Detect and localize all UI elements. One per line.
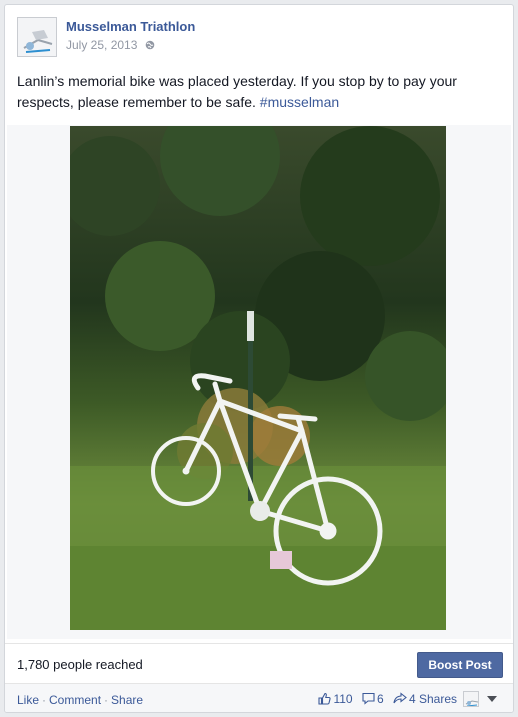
action-bar: Like · Comment · Share 110 6 4 Shares (5, 683, 513, 712)
comments-count[interactable]: 6 (362, 692, 384, 706)
post-header: Musselman Triathlon July 25, 2013 (15, 15, 503, 63)
boost-post-button[interactable]: Boost Post (417, 652, 503, 678)
photo-frame (7, 125, 511, 639)
comments-number: 6 (376, 692, 384, 706)
shares-count[interactable]: 4 Shares (393, 692, 457, 706)
globe-icon[interactable] (145, 39, 155, 50)
post-stats: 110 6 4 Shares (312, 692, 457, 706)
viewer-selector[interactable] (463, 690, 501, 708)
comment-link[interactable]: Comment (49, 693, 101, 707)
thumbs-up-icon (318, 692, 332, 705)
post-body: Lanlin’s memorial bike was placed yester… (17, 73, 457, 110)
like-link[interactable]: Like (17, 693, 39, 707)
shares-number: 4 Shares (408, 692, 457, 706)
page-name-link[interactable]: Musselman Triathlon (66, 19, 195, 34)
page-avatar[interactable] (17, 17, 57, 57)
post-text: Lanlin’s memorial bike was placed yester… (17, 71, 503, 113)
post-meta: July 25, 2013 (66, 38, 155, 52)
post-photo[interactable] (70, 126, 446, 630)
separator: · (104, 693, 109, 707)
likes-number: 110 (333, 692, 353, 706)
share-link[interactable]: Share (111, 693, 143, 707)
reach-bar: 1,780 people reached Boost Post (5, 643, 513, 683)
share-icon (393, 692, 407, 704)
comment-icon (362, 692, 375, 705)
hashtag-link[interactable]: #musselman (260, 94, 339, 110)
post-date[interactable]: July 25, 2013 (66, 38, 137, 52)
people-reached[interactable]: 1,780 people reached (17, 657, 143, 672)
separator: · (42, 693, 47, 707)
post-card: Musselman Triathlon July 25, 2013 Lanlin… (4, 4, 514, 713)
likes-count[interactable]: 110 (318, 692, 353, 706)
viewer-avatar (463, 691, 479, 707)
chevron-down-icon (487, 696, 497, 702)
post-actions: Like · Comment · Share (17, 693, 143, 707)
